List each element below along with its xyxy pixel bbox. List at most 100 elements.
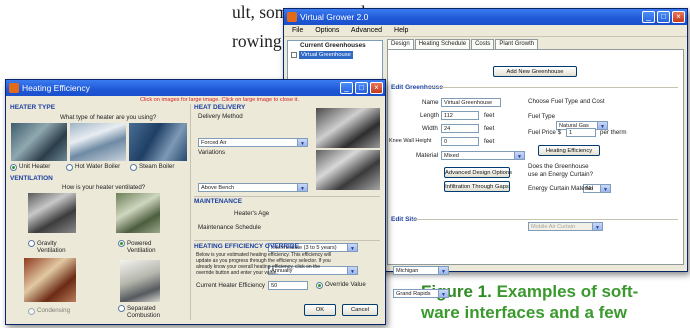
maintenance-header: MAINTENANCE	[194, 198, 243, 205]
maximize-icon[interactable]: □	[355, 82, 368, 94]
maintenance-schedule-label: Maintenance Schedule	[198, 224, 261, 231]
menu-advanced[interactable]: Advanced	[351, 27, 382, 34]
state-value: Michigan	[396, 268, 419, 274]
variations-dropdown[interactable]: Above Bench ▼	[198, 183, 308, 192]
design-tab-panel: Add New Greenhouse Edit Greenhouse Name …	[387, 49, 684, 298]
variations-image[interactable]	[316, 150, 380, 190]
vg-titlebar[interactable]: Virtual Grower 2.0 _ □ ×	[284, 9, 687, 25]
radio-gravity-line-1: Gravity	[37, 240, 57, 247]
material-label: Material	[416, 152, 439, 159]
ventilation-header: VENTILATION	[10, 175, 53, 182]
gravity-ventilation-image[interactable]	[28, 193, 76, 233]
heater-type-question: What type of heater are you using?	[60, 114, 157, 121]
state-dropdown[interactable]: Michigan ▼	[393, 266, 449, 275]
hot-water-boiler-image[interactable]	[70, 123, 126, 161]
city-dropdown[interactable]: Grand Rapids ▼	[393, 289, 449, 298]
add-new-greenhouse-button[interactable]: Add New Greenhouse	[493, 66, 577, 77]
app-icon	[9, 83, 19, 93]
menu-file[interactable]: File	[292, 27, 303, 34]
radio-button[interactable]	[130, 164, 137, 171]
advanced-design-options-button[interactable]: Advanced Design Options	[444, 167, 512, 178]
radio-hot-water-boiler[interactable]: Hot Water Boiler	[66, 164, 120, 171]
separated-combustion-image[interactable]	[120, 260, 160, 302]
infiltration-button[interactable]: Infiltration Through Gaps	[444, 181, 510, 192]
kneewall-field[interactable]: 0	[441, 137, 479, 146]
chevron-down-icon: ▼	[441, 292, 446, 298]
name-label: Name	[422, 99, 439, 106]
material-value: Mixed	[444, 153, 459, 159]
current-efficiency-label: Current Heater Efficiency	[196, 282, 266, 289]
variations-label: Variations	[198, 149, 226, 156]
figure-caption-rest: Examples of soft-	[496, 282, 639, 301]
powered-ventilation-image[interactable]	[116, 193, 160, 233]
condensing-image[interactable]	[24, 258, 76, 302]
steam-boiler-image[interactable]	[129, 123, 187, 161]
chevron-down-icon: ▼	[300, 141, 305, 147]
radio-button[interactable]	[28, 308, 35, 315]
override-description: Below is your estimated heating efficien…	[196, 252, 331, 276]
radio-button-checked[interactable]	[10, 164, 17, 171]
tree-item-virtual-greenhouse[interactable]: Virtual Greenhouse	[299, 51, 353, 60]
radio-steam-boiler[interactable]: Steam Boiler	[130, 164, 174, 171]
chevron-down-icon: ▼	[517, 154, 522, 160]
radio-button-checked[interactable]	[118, 240, 125, 247]
maximize-icon[interactable]: □	[657, 11, 670, 23]
radio-button[interactable]	[118, 305, 125, 312]
minimize-icon[interactable]: _	[340, 82, 353, 94]
length-field[interactable]: 112	[441, 111, 479, 120]
radio-unit-heater[interactable]: Unit Heater	[10, 164, 50, 171]
tree-header: Current Greenhouses	[300, 42, 366, 49]
vg-title: Virtual Grower 2.0	[300, 12, 369, 22]
chevron-down-icon: ▼	[603, 187, 608, 193]
current-efficiency-field[interactable]: 50	[268, 281, 308, 290]
curtain-question-2: use an Energy Curtain?	[528, 171, 594, 178]
radio-powered-line-2: Ventilation	[127, 247, 156, 254]
heating-efficiency-button[interactable]: Heating Efficiency	[538, 145, 600, 156]
radio-gravity-label: Gravity Ventilation	[37, 240, 66, 254]
radio-unit-heater-label: Unit Heater	[19, 163, 51, 171]
close-icon[interactable]: ×	[370, 82, 383, 94]
radio-powered[interactable]: Powered Ventilation	[118, 240, 156, 254]
radio-gravity[interactable]: Gravity Ventilation	[28, 240, 66, 254]
tab-heating-schedule[interactable]: Heating Schedule	[414, 39, 471, 49]
cancel-button[interactable]: Cancel	[342, 304, 378, 316]
unit-heater-image[interactable]	[11, 123, 67, 161]
radio-separated[interactable]: Separated Combustion	[118, 305, 160, 319]
menu-options[interactable]: Options	[315, 27, 339, 34]
override-value-option[interactable]: Override Value	[316, 282, 366, 289]
ok-button[interactable]: OK	[304, 304, 336, 316]
override-header: HEATING EFFICIENCY OVERRIDE	[194, 243, 299, 250]
minimize-icon[interactable]: _	[642, 11, 655, 23]
radio-separated-label: Separated Combustion	[127, 305, 160, 319]
menu-help[interactable]: Help	[394, 27, 408, 34]
heating-efficiency-window: Heating Efficiency _ □ × Click on images…	[5, 79, 386, 325]
radio-powered-line-1: Powered	[127, 240, 152, 247]
radio-button-checked[interactable]	[316, 282, 323, 289]
override-text-4: override button and enter your value.	[196, 270, 278, 276]
image-hint-note: Click on images for large image. Click o…	[140, 97, 299, 103]
variations-value: Above Bench	[201, 185, 235, 191]
ventilation-question: How is your heater ventilated?	[62, 184, 146, 191]
radio-button[interactable]	[66, 164, 73, 171]
tab-costs[interactable]: Costs	[471, 39, 495, 49]
figure-caption: Figure 1. Examples of soft-	[421, 281, 638, 302]
close-icon[interactable]: ×	[672, 11, 685, 23]
curtain-question-1: Does the Greenhouse	[528, 163, 589, 170]
radio-separated-line-1: Separated	[127, 305, 156, 312]
kneewall-unit: feet	[484, 138, 495, 145]
name-field[interactable]: Virtual Greenhouse	[441, 98, 501, 107]
width-field[interactable]: 24	[441, 124, 479, 133]
material-dropdown[interactable]: Mixed ▼	[441, 151, 525, 160]
tree-node-icon	[291, 52, 297, 59]
radio-button[interactable]	[28, 240, 35, 247]
he-titlebar[interactable]: Heating Efficiency _ □ ×	[6, 80, 385, 96]
tab-plant-growth[interactable]: Plant Growth	[495, 39, 539, 49]
curtain-material-dropdown[interactable]: Mobile Air Curtain ▼	[528, 222, 603, 231]
chevron-down-icon: ▼	[595, 225, 600, 231]
fuel-price-label: Fuel Price $	[528, 129, 562, 136]
delivery-method-image[interactable]	[316, 108, 380, 148]
radio-condensing[interactable]: Condensing	[28, 307, 71, 315]
radio-condensing-label: Condensing	[37, 307, 71, 314]
delivery-method-dropdown[interactable]: Forced Air ▼	[198, 138, 308, 147]
fuel-price-field[interactable]: 1	[566, 128, 596, 137]
